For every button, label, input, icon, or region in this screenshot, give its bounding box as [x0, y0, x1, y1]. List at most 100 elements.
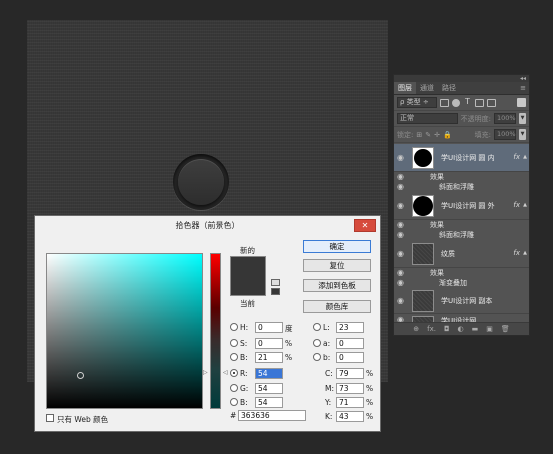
black-input[interactable]: 43	[336, 411, 364, 422]
shape-filter-icon[interactable]	[475, 98, 484, 107]
effects-visibility-eye-icon[interactable]: ◉	[397, 173, 407, 181]
blend-mode-select[interactable]: 正常	[397, 113, 458, 124]
fill-input[interactable]: 100%	[494, 129, 516, 140]
green-input[interactable]: 54	[255, 383, 283, 394]
filter-toggle-switch[interactable]	[517, 98, 526, 107]
expand-effects-icon[interactable]: ▲	[523, 202, 527, 208]
layer-name[interactable]: 学UI设计网 圆 外	[441, 201, 495, 211]
link-layers-icon[interactable]: ⊕	[413, 325, 419, 333]
add-style-icon[interactable]: fx.	[427, 325, 436, 333]
layer-row[interactable]: ◉ 纹质 fx ▲	[394, 240, 529, 268]
saturation-radio[interactable]	[230, 339, 238, 347]
fx-icon[interactable]: fx	[513, 249, 520, 257]
color-libraries-button[interactable]: 颜色库	[303, 300, 371, 313]
hue-slider[interactable]	[210, 253, 221, 409]
layer-name[interactable]: 纹质	[441, 249, 455, 259]
expand-effects-icon[interactable]: ▲	[523, 250, 527, 256]
effect-item[interactable]: ◉ 渐变叠加	[394, 278, 529, 288]
fx-icon[interactable]: fx	[513, 201, 520, 209]
visibility-eye-icon[interactable]: ◉	[397, 297, 407, 305]
visibility-eye-icon[interactable]: ◉	[397, 250, 407, 258]
saturation-input[interactable]: 0	[255, 338, 283, 349]
lab-l-radio[interactable]	[313, 323, 321, 331]
color-field[interactable]	[46, 253, 203, 409]
yellow-input[interactable]: 71	[336, 397, 364, 408]
adjustment-filter-icon[interactable]	[452, 98, 460, 107]
green-radio[interactable]	[230, 384, 238, 392]
magenta-input[interactable]: 73	[336, 383, 364, 394]
delete-layer-icon[interactable]: 🗑	[501, 325, 510, 333]
panel-menu-icon[interactable]: ≡	[520, 82, 529, 94]
effect-item[interactable]: ◉ 斜面和浮雕	[394, 182, 529, 192]
red-radio[interactable]	[230, 369, 238, 377]
dialog-title[interactable]: 拾色器（前景色）	[35, 216, 380, 235]
green-label: G:	[240, 384, 249, 393]
tab-layers[interactable]: 图层	[394, 82, 416, 94]
layer-row[interactable]: ◉ 学UI设计网 副本	[394, 288, 529, 314]
lock-transparent-icon[interactable]: ⊞	[416, 131, 422, 139]
gamut-warning-icon[interactable]	[271, 279, 280, 286]
brightness-radio[interactable]	[230, 353, 238, 361]
effect-item[interactable]: ◉ 斜面和浮雕	[394, 230, 529, 240]
lab-a-radio[interactable]	[313, 339, 321, 347]
layer-name[interactable]: 学UI设计网 圆 内	[441, 153, 495, 163]
cyan-input[interactable]: 79	[336, 368, 364, 379]
lock-position-icon[interactable]: ✛	[434, 131, 440, 139]
color-picker-dialog: 拾色器（前景色） ✕ ▷ ◁ 新的 当前 确定 复位 添加到色板 颜色库 H: …	[34, 215, 381, 432]
layer-row[interactable]: ◉ 学UI设计网 圆 内 fx ▲	[394, 144, 529, 172]
image-filter-icon[interactable]	[440, 98, 449, 107]
effect-visibility-eye-icon[interactable]: ◉	[397, 183, 407, 191]
fx-icon[interactable]: fx	[513, 153, 520, 161]
tab-channels[interactable]: 通道	[416, 82, 438, 94]
text-filter-icon[interactable]: T	[463, 97, 472, 107]
hue-slider-left-arrow-icon[interactable]: ▷	[203, 369, 208, 376]
blue-input[interactable]: 54	[255, 397, 283, 408]
visibility-eye-icon[interactable]: ◉	[397, 202, 407, 210]
hex-input[interactable]: 363636	[238, 410, 306, 421]
brightness-input[interactable]: 21	[255, 352, 283, 363]
new-color-label: 新的	[240, 246, 255, 255]
reset-button[interactable]: 复位	[303, 259, 371, 272]
hue-radio[interactable]	[230, 323, 238, 331]
opacity-dropdown-icon[interactable]: ▼	[519, 113, 526, 124]
lock-all-icon[interactable]: 🔒	[443, 131, 452, 139]
add-mask-icon[interactable]: ◘	[444, 325, 450, 333]
web-colors-only-checkbox[interactable]	[46, 414, 54, 422]
knob-inner-circle	[178, 159, 224, 205]
expand-effects-icon[interactable]: ▲	[523, 154, 527, 160]
brightness-label: B:	[240, 353, 248, 362]
lab-a-input[interactable]: 0	[336, 338, 364, 349]
ok-button[interactable]: 确定	[303, 240, 371, 253]
hue-slider-right-arrow-icon[interactable]: ◁	[223, 369, 228, 376]
kind-filter-select[interactable]: ρ 类型 ÷	[397, 97, 437, 108]
magenta-unit: %	[366, 384, 374, 393]
new-adjustment-icon[interactable]: ◐	[458, 325, 464, 333]
hue-input[interactable]: 0	[255, 322, 283, 333]
opacity-input[interactable]: 100%	[494, 113, 516, 124]
lock-pixels-icon[interactable]: ✎	[425, 131, 431, 139]
visibility-eye-icon[interactable]: ◉	[397, 154, 407, 162]
new-group-icon[interactable]: ▬	[472, 325, 479, 333]
smart-object-filter-icon[interactable]	[487, 98, 496, 107]
effects-label: 效果	[430, 221, 444, 229]
add-to-swatches-button[interactable]: 添加到色板	[303, 279, 371, 292]
lab-l-input[interactable]: 23	[336, 322, 364, 333]
fill-dropdown-icon[interactable]: ▼	[519, 129, 526, 140]
color-field-cursor[interactable]	[77, 372, 84, 379]
close-button[interactable]: ✕	[354, 219, 376, 232]
web-safe-warning-icon[interactable]	[271, 288, 280, 295]
new-layer-icon[interactable]: ▣	[486, 325, 493, 333]
lab-b-input[interactable]: 0	[336, 352, 364, 363]
lab-b-radio[interactable]	[313, 353, 321, 361]
tab-paths[interactable]: 路径	[438, 82, 460, 94]
collapse-panel-icon[interactable]: ◂◂	[394, 75, 529, 82]
effect-visibility-eye-icon[interactable]: ◉	[397, 231, 407, 239]
effect-visibility-eye-icon[interactable]: ◉	[397, 279, 407, 287]
effects-visibility-eye-icon[interactable]: ◉	[397, 269, 407, 277]
effects-visibility-eye-icon[interactable]: ◉	[397, 221, 407, 229]
lab-l-label: L:	[323, 323, 330, 332]
blue-radio[interactable]	[230, 398, 238, 406]
layer-name[interactable]: 学UI设计网 副本	[441, 296, 492, 306]
layer-row[interactable]: ◉ 学UI设计网 圆 外 fx ▲	[394, 192, 529, 220]
red-input[interactable]: 54	[255, 368, 283, 379]
